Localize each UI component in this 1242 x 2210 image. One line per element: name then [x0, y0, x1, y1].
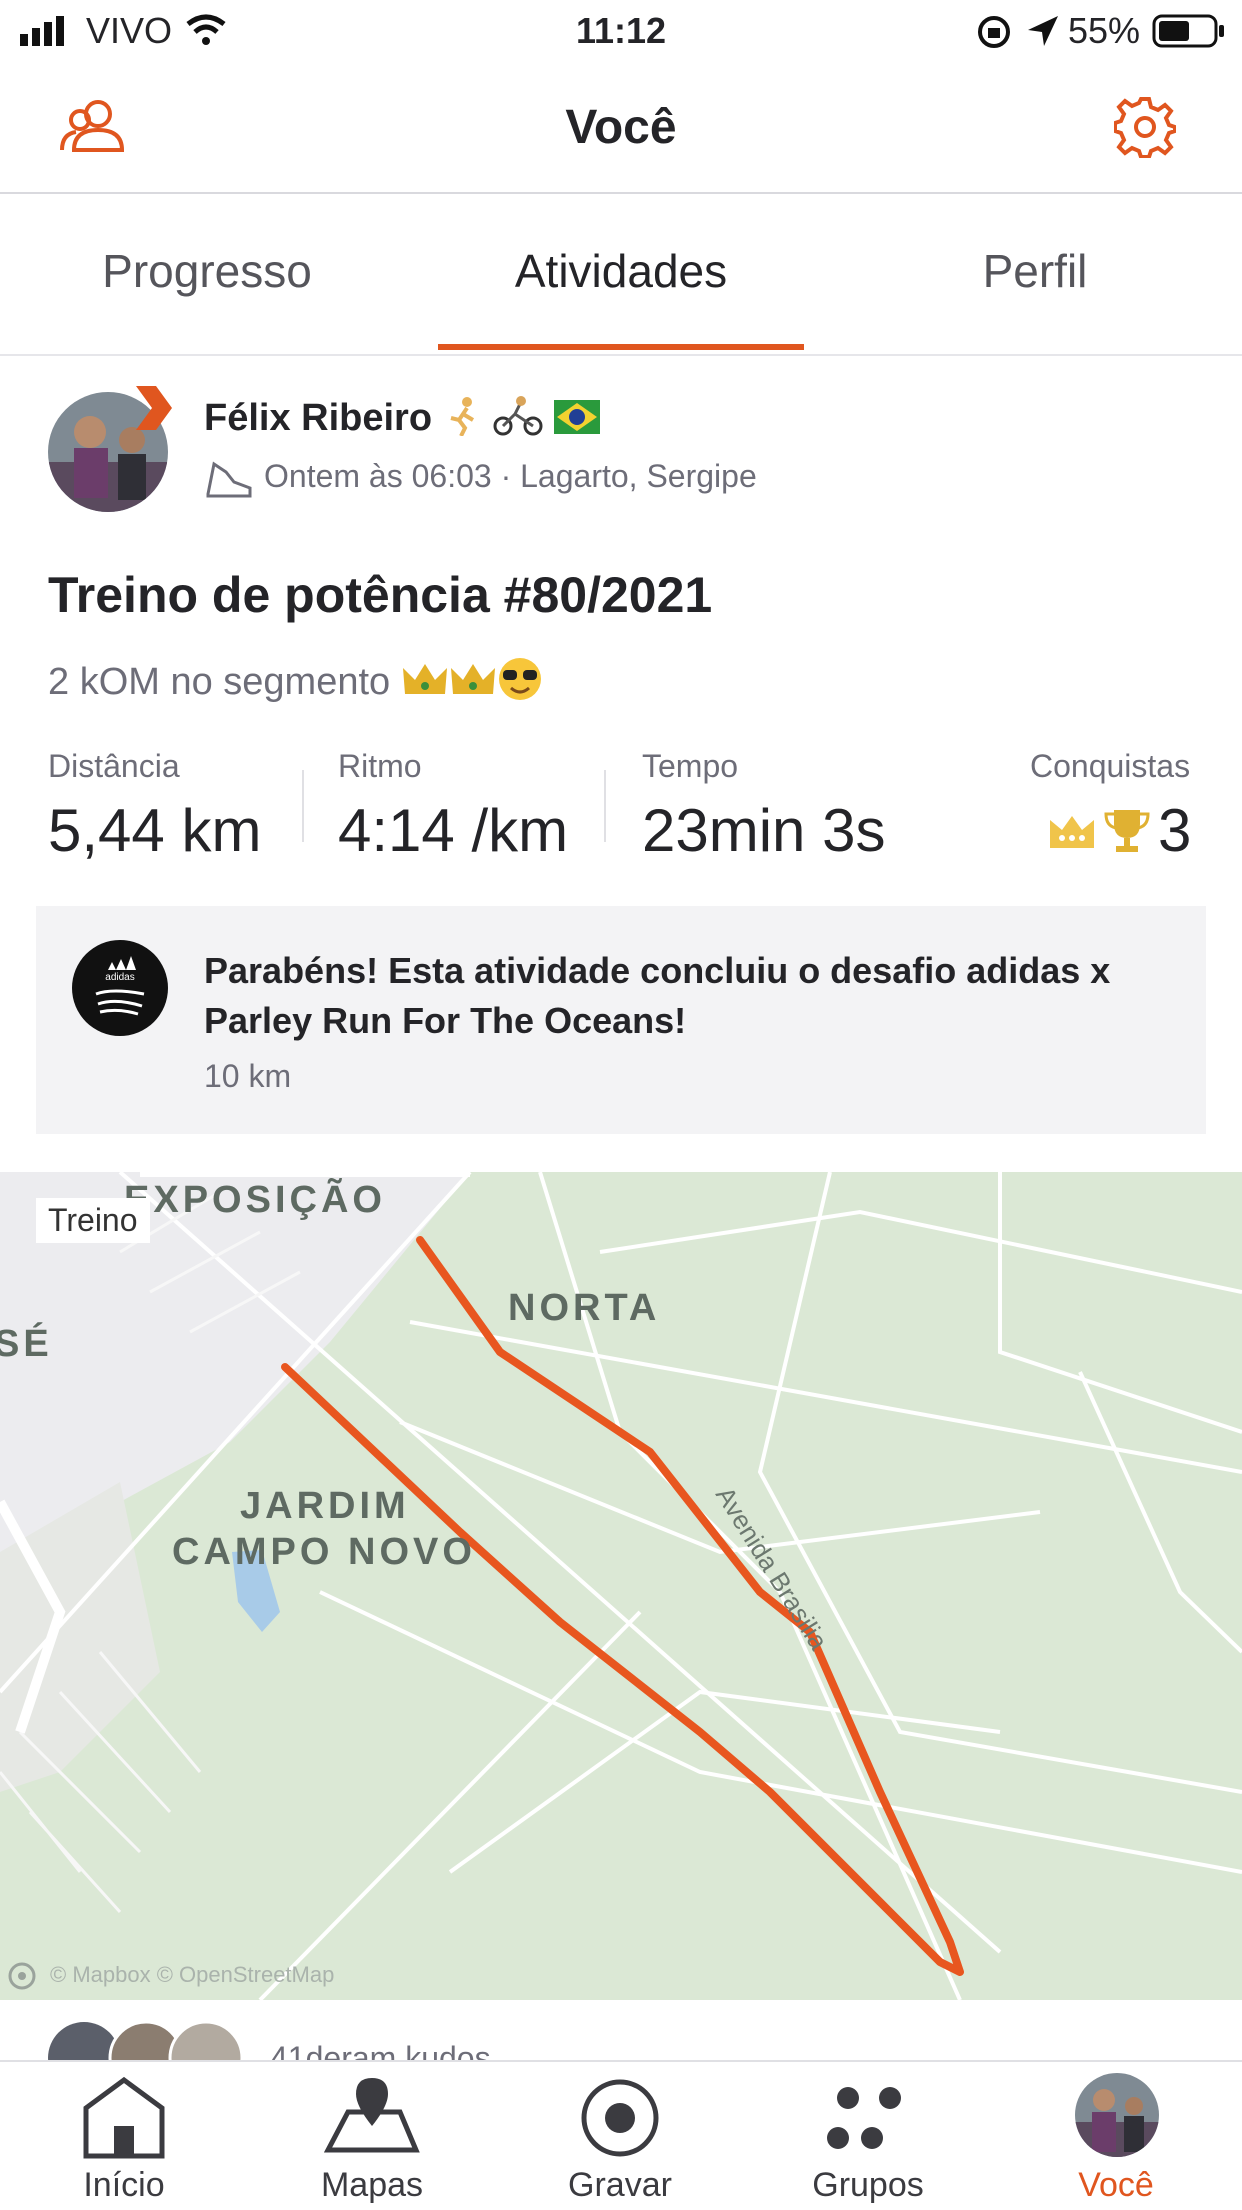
- svg-text:EXPOSIÇÃO: EXPOSIÇÃO: [124, 1177, 386, 1221]
- svg-text:JARDIM: JARDIM: [240, 1485, 410, 1527]
- svg-text:CAMPO NOVO: CAMPO NOVO: [172, 1531, 476, 1573]
- activity-meta: Ontem às 06:03 · Lagarto, Sergipe: [264, 458, 757, 494]
- challenge-card[interactable]: adidas Parabéns! Esta atividade concluiu…: [36, 906, 1206, 1134]
- cyclist-emoji-icon: [493, 396, 543, 436]
- map-attribution: © Mapbox © OpenStreetMap: [50, 1962, 335, 1987]
- settings-gear-icon[interactable]: [1114, 96, 1176, 158]
- nav-inicio[interactable]: Início: [0, 2062, 248, 2210]
- svg-text:NORTA: NORTA: [508, 1287, 660, 1329]
- stat-label-pace: Ritmo: [338, 748, 422, 784]
- athlete-name[interactable]: Félix Ribeiro: [204, 396, 600, 440]
- sunglasses-emoji-icon: [498, 658, 541, 700]
- svg-text:adidas: adidas: [105, 972, 134, 983]
- shoe-icon: [206, 461, 252, 498]
- nav-label: Grupos: [812, 2166, 924, 2204]
- mapbox-logo-icon: [8, 1962, 36, 1990]
- record-icon: [581, 2079, 659, 2157]
- stat-divider: [302, 770, 304, 842]
- stat-value-time: 23min 3s: [642, 797, 886, 864]
- nav-mapas[interactable]: Mapas: [248, 2062, 496, 2210]
- stat-divider: [604, 770, 606, 842]
- battery-icon: [1152, 14, 1224, 48]
- crown-achievement-icon: [1050, 816, 1094, 848]
- home-icon: [83, 2076, 165, 2159]
- stat-value-distance: 5,44 km: [48, 797, 262, 864]
- location-icon: [1028, 16, 1058, 46]
- crown-emoji-icon: [402, 664, 447, 694]
- brazil-flag-icon: [553, 400, 600, 434]
- tab-progresso[interactable]: Progresso: [0, 244, 414, 298]
- active-tab-indicator: [438, 344, 804, 350]
- map-type-label: Treino: [36, 1198, 150, 1243]
- groups-icon: [827, 2087, 901, 2149]
- map-icon: [324, 2078, 420, 2153]
- svg-text:SÉ: SÉ: [0, 1321, 53, 1365]
- challenge-title: Parabéns! Esta atividade concluiu o desa…: [204, 950, 1111, 1041]
- crown-emoji-icon: [450, 664, 495, 694]
- stat-label-distance: Distância: [48, 748, 180, 784]
- stat-value-pace: 4:14 /km: [338, 797, 569, 864]
- runner-emoji-icon: [450, 397, 474, 437]
- nav-grupos[interactable]: Grupos: [744, 2062, 992, 2210]
- top-nav-bar: Você: [0, 62, 1242, 194]
- rotation-lock-icon: [978, 16, 1010, 48]
- tab-perfil[interactable]: Perfil: [828, 244, 1242, 298]
- tab-bar: Progresso Atividades Perfil: [0, 194, 1242, 356]
- map-canvas: EXPOSIÇÃO NORTA SÉ JARDIM CAMPO NOVO Ave…: [0, 1172, 1242, 2000]
- nav-voce[interactable]: Você: [992, 2062, 1240, 2210]
- nav-label: Você: [1078, 2166, 1154, 2204]
- nav-gravar[interactable]: Gravar: [496, 2062, 744, 2210]
- page-title: Você: [565, 101, 677, 154]
- stat-label-achievements: Conquistas: [1030, 748, 1191, 784]
- challenge-subtitle: 10 km: [204, 1058, 292, 1094]
- stat-label-time: Tempo: [642, 748, 739, 784]
- adidas-run-for-the-oceans-logo: adidas: [72, 940, 168, 1036]
- stat-value-achievements: 3: [1158, 797, 1192, 864]
- activity-title[interactable]: Treino de potência #80/2021: [48, 566, 712, 624]
- activity-description: 2 kOM no segmento: [48, 656, 543, 704]
- bottom-tab-bar: Início Mapas Gravar Grupos Você: [0, 2060, 1242, 2210]
- nav-label: Mapas: [320, 2166, 424, 2204]
- status-bar: VIVO 11:12 55%: [0, 0, 1242, 62]
- nav-label: Início: [83, 2166, 165, 2204]
- route-map[interactable]: EXPOSIÇÃO NORTA SÉ JARDIM CAMPO NOVO Ave…: [0, 1172, 1242, 2000]
- strava-badge-icon: [136, 386, 172, 430]
- avatar-icon: [1075, 2073, 1159, 2157]
- tab-atividades[interactable]: Atividades: [414, 244, 828, 298]
- nav-label: Gravar: [568, 2166, 672, 2204]
- battery-percent: 55%: [1068, 10, 1141, 51]
- trophy-icon: [1104, 810, 1150, 852]
